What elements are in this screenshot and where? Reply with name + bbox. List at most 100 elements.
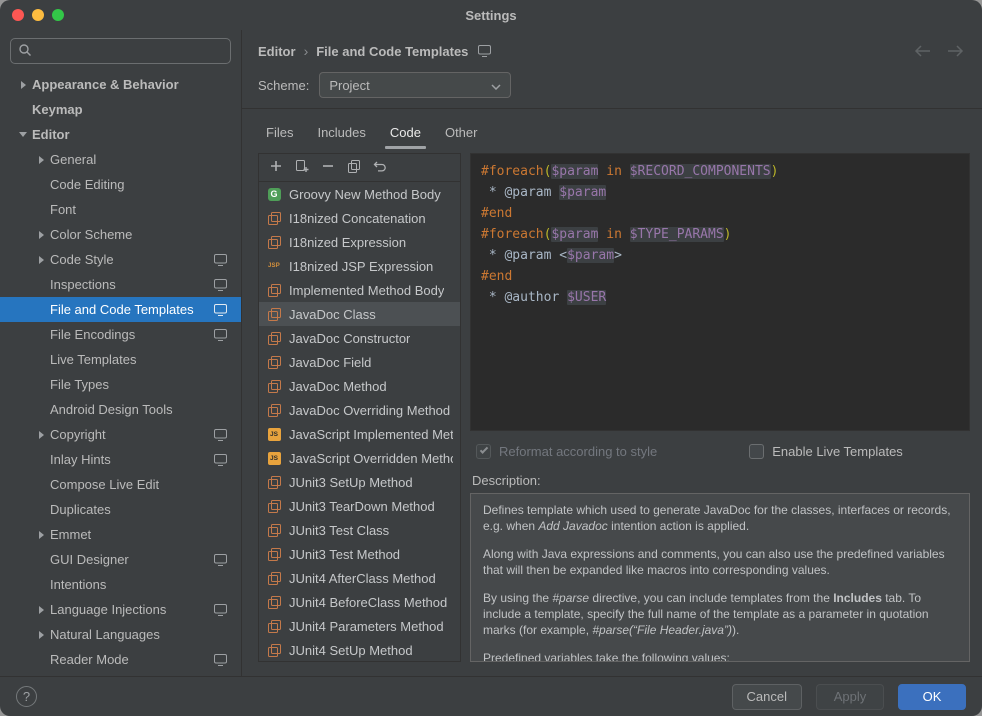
sidebar-item-code-editing[interactable]: Code Editing (0, 172, 241, 197)
apply-button[interactable]: Apply (816, 684, 884, 710)
list-item-i18nized-expression[interactable]: I18nized Expression (259, 230, 460, 254)
list-item-javadoc-method[interactable]: JavaDoc Method (259, 374, 460, 398)
list-item-junit4-setup-method[interactable]: JUnit4 SetUp Method (259, 638, 460, 661)
sidebar-item-code-style[interactable]: Code Style (0, 247, 241, 272)
list-item-implemented-method-body[interactable]: Implemented Method Body (259, 278, 460, 302)
description-box[interactable]: Defines template which used to generate … (470, 493, 970, 662)
template-editor[interactable]: #foreach($param in $RECORD_COMPONENTS) *… (470, 153, 970, 431)
sidebar-item-editor[interactable]: Editor (0, 122, 241, 147)
sidebar-item-inspections[interactable]: Inspections (0, 272, 241, 297)
chevron-right-icon[interactable] (14, 81, 32, 89)
sidebar-item-label: Compose Live Edit (50, 477, 159, 492)
reset-to-default-button[interactable] (368, 157, 391, 179)
remove-template-button[interactable] (316, 157, 339, 179)
list-item-junit4-afterclass-method[interactable]: JUnit4 AfterClass Method (259, 566, 460, 590)
screen-icon (214, 429, 227, 441)
sidebar-item-natural-languages[interactable]: Natural Languages (0, 622, 241, 647)
chevron-right-icon[interactable] (32, 606, 50, 614)
help-button[interactable]: ? (16, 686, 37, 707)
chevron-down-icon[interactable] (14, 132, 32, 137)
sidebar-item-keymap[interactable]: Keymap (0, 97, 241, 122)
list-item-javadoc-field[interactable]: JavaDoc Field (259, 350, 460, 374)
sidebar-item-color-scheme[interactable]: Color Scheme (0, 222, 241, 247)
code-token: $USER (567, 290, 606, 305)
sidebar-item-file-encodings[interactable]: File Encodings (0, 322, 241, 347)
create-pattern-button[interactable] (290, 157, 313, 179)
chevron-right-icon[interactable] (32, 431, 50, 439)
code-token (622, 227, 630, 242)
code-token: > (614, 248, 622, 263)
list-item-javascript-overridden-metho[interactable]: JSJavaScript Overridden Metho (259, 446, 460, 470)
screen-icon (214, 254, 227, 266)
list-item-groovy-new-method-body[interactable]: GGroovy New Method Body (259, 182, 460, 206)
tab-includes[interactable]: Includes (305, 116, 377, 151)
sidebar-item-general[interactable]: General (0, 147, 241, 172)
tab-files[interactable]: Files (254, 116, 305, 151)
sidebar-item-reader-mode[interactable]: Reader Mode (0, 647, 241, 672)
list-item-javadoc-class[interactable]: JavaDoc Class (259, 302, 460, 326)
zoom-window-button[interactable] (52, 9, 64, 21)
list-item-junit3-test-class[interactable]: JUnit3 Test Class (259, 518, 460, 542)
list-item-junit3-test-method[interactable]: JUnit3 Test Method (259, 542, 460, 566)
sidebar-item-copyright[interactable]: Copyright (0, 422, 241, 447)
options-row: Reformat according to style Enable Live … (470, 431, 970, 465)
chevron-right-icon[interactable] (32, 531, 50, 539)
code-line: #foreach($param in $TYPE_PARAMS) (481, 224, 959, 245)
sidebar-item-inlay-hints[interactable]: Inlay Hints (0, 447, 241, 472)
copy-template-button[interactable] (342, 157, 365, 179)
code-token: in (606, 164, 622, 179)
sidebar-item-font[interactable]: Font (0, 197, 241, 222)
sidebar-item-gui-designer[interactable]: GUI Designer (0, 547, 241, 572)
description-text: Along with Java expressions and comments… (483, 547, 945, 577)
code-line: * @param $param (481, 182, 959, 203)
sidebar-item-android-design-tools[interactable]: Android Design Tools (0, 397, 241, 422)
sidebar-item-appearance-behavior[interactable]: Appearance & Behavior (0, 72, 241, 97)
chevron-right-icon[interactable] (32, 156, 50, 164)
tab-other[interactable]: Other (433, 116, 490, 151)
template-tabs: Files IncludesCodeOther (242, 109, 982, 151)
sidebar-item-language-injections[interactable]: Language Injections (0, 597, 241, 622)
close-window-button[interactable] (12, 9, 24, 21)
back-button[interactable] (914, 45, 931, 57)
chevron-right-icon[interactable] (32, 631, 50, 639)
enable-live-templates-checkbox[interactable]: Enable Live Templates (749, 444, 903, 459)
tab-label: Files (266, 125, 293, 140)
list-item-junit3-setup-method[interactable]: JUnit3 SetUp Method (259, 470, 460, 494)
sidebar-item-compose-live-edit[interactable]: Compose Live Edit (0, 472, 241, 497)
list-item-i18nized-concatenation[interactable]: I18nized Concatenation (259, 206, 460, 230)
list-item-javadoc-overriding-method[interactable]: JavaDoc Overriding Method (259, 398, 460, 422)
minimize-window-button[interactable] (32, 9, 44, 21)
sidebar-item-label: Editor (32, 127, 70, 142)
sidebar-item-file-and-code-templates[interactable]: File and Code Templates (0, 297, 241, 322)
code-token: * @param < (481, 248, 567, 263)
sidebar-item-live-templates[interactable]: Live Templates (0, 347, 241, 372)
chevron-right-icon[interactable] (32, 231, 50, 239)
add-template-button[interactable] (264, 157, 287, 179)
sidebar-item-file-types[interactable]: File Types (0, 372, 241, 397)
sidebar-item-label: Copyright (50, 427, 106, 442)
sidebar-item-intentions[interactable]: Intentions (0, 572, 241, 597)
template-name: JUnit4 BeforeClass Method (289, 595, 447, 610)
forward-button[interactable] (947, 45, 964, 57)
settings-search-box[interactable] (10, 38, 231, 64)
list-item-junit3-teardown-method[interactable]: JUnit3 TearDown Method (259, 494, 460, 518)
settings-tree: Appearance & BehaviorKeymap Editor General… (0, 66, 241, 676)
scheme-select[interactable]: Project (319, 72, 511, 98)
list-item-javascript-implemented-met[interactable]: JSJavaScript Implemented Met (259, 422, 460, 446)
breadcrumb: Editor › File and Code Templates (258, 43, 491, 59)
template-file-icon (266, 380, 282, 393)
list-item-junit4-beforeclass-method[interactable]: JUnit4 BeforeClass Method (259, 590, 460, 614)
search-input[interactable] (37, 44, 223, 59)
sidebar-item-emmet[interactable]: Emmet (0, 522, 241, 547)
chevron-right-icon[interactable] (32, 256, 50, 264)
tab-code[interactable]: Code (378, 116, 433, 151)
sidebar-item-duplicates[interactable]: Duplicates (0, 497, 241, 522)
breadcrumb-editor[interactable]: Editor (258, 44, 296, 59)
cancel-button[interactable]: Cancel (732, 684, 802, 710)
dialog-buttons: Cancel Apply OK (732, 684, 966, 710)
list-item-javadoc-constructor[interactable]: JavaDoc Constructor (259, 326, 460, 350)
list-item-i18nized-jsp-expression[interactable]: JSPI18nized JSP Expression (259, 254, 460, 278)
ok-button[interactable]: OK (898, 684, 966, 710)
copy-template-icon (347, 159, 361, 176)
list-item-junit4-parameters-method[interactable]: JUnit4 Parameters Method (259, 614, 460, 638)
